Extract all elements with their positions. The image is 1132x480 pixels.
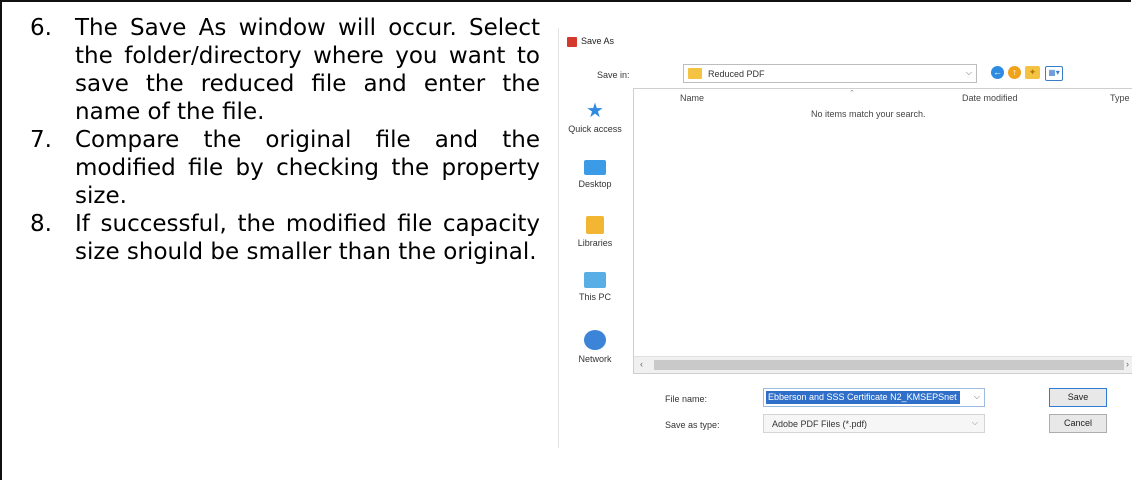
horizontal-scrollbar[interactable]: ‹ › xyxy=(634,356,1132,373)
cancel-button[interactable]: Cancel xyxy=(1049,414,1107,433)
save-as-type-dropdown[interactable]: Adobe PDF Files (*.pdf) ⌵ xyxy=(763,414,985,433)
libraries-icon xyxy=(586,216,604,234)
place-label: Libraries xyxy=(577,238,613,248)
scroll-left-icon[interactable]: ‹ xyxy=(640,359,643,369)
save-button[interactable]: Save xyxy=(1049,388,1107,407)
places-bar: ★ Quick access Desktop Libraries This PC… xyxy=(565,100,625,368)
up-folder-icon[interactable]: ↑ xyxy=(1008,66,1021,79)
file-name-label: File name: xyxy=(665,394,708,404)
save-in-dropdown[interactable]: Reduced PDF ⌵ xyxy=(683,64,977,83)
step-text: If successful, the modified file capacit… xyxy=(75,211,540,265)
step-text: Compare the original file and the modifi… xyxy=(75,127,540,209)
new-folder-icon[interactable]: ✦ xyxy=(1025,66,1040,79)
place-label: This PC xyxy=(578,292,611,302)
place-desktop[interactable]: Desktop xyxy=(565,160,625,189)
view-menu-icon[interactable]: ▦▾ xyxy=(1045,66,1063,81)
column-header-type[interactable]: Type xyxy=(1110,93,1130,103)
back-icon[interactable]: ← xyxy=(991,66,1004,79)
instruction-step-6: 6. The Save As window will occur. Select… xyxy=(30,14,540,126)
place-label: Network xyxy=(578,354,612,364)
chevron-down-icon: ⌵ xyxy=(965,68,972,77)
column-header-name[interactable]: Name xyxy=(680,93,704,103)
empty-list-message: No items match your search. xyxy=(811,109,926,119)
save-as-dialog: Save As Save in: Reduced PDF ⌵ ← ↑ ✦ ▦▾ … xyxy=(558,28,1132,448)
step-text: The Save As window will occur. Select th… xyxy=(75,15,540,125)
place-this-pc[interactable]: This PC xyxy=(565,272,625,302)
chevron-down-icon[interactable]: ⌵ xyxy=(974,392,980,402)
step-number: 8. xyxy=(30,211,52,237)
step-number: 6. xyxy=(30,15,52,41)
network-icon xyxy=(584,330,606,350)
scrollbar-thumb[interactable] xyxy=(654,360,1124,370)
save-in-value: Reduced PDF xyxy=(708,69,765,79)
save-in-label: Save in: xyxy=(597,70,630,80)
chevron-down-icon: ⌵ xyxy=(971,418,978,427)
desktop-icon xyxy=(584,160,606,175)
save-as-type-value: Adobe PDF Files (*.pdf) xyxy=(772,419,868,429)
instruction-list: 6. The Save As window will occur. Select… xyxy=(30,14,540,266)
step-number: 7. xyxy=(30,127,52,153)
dialog-titlebar: Save As xyxy=(559,28,1132,56)
this-pc-icon xyxy=(584,272,606,288)
place-quick-access[interactable]: ★ Quick access xyxy=(565,100,625,134)
folder-icon xyxy=(688,68,702,79)
place-network[interactable]: Network xyxy=(565,330,625,364)
scroll-right-icon[interactable]: › xyxy=(1126,359,1129,369)
column-header-date-modified[interactable]: Date modified xyxy=(962,93,1018,103)
place-libraries[interactable]: Libraries xyxy=(565,216,625,248)
file-name-value[interactable]: Ebberson and SSS Certificate N2_KMSEPSne… xyxy=(766,391,960,404)
place-label: Quick access xyxy=(568,124,622,134)
quick-access-star-icon: ★ xyxy=(586,100,604,122)
sort-caret-icon: ⌃ xyxy=(849,90,855,97)
file-list[interactable]: Name ⌃ Date modified Type No items match… xyxy=(633,88,1132,374)
file-name-field[interactable]: Ebberson and SSS Certificate N2_KMSEPSne… xyxy=(763,388,985,407)
pdf-app-icon xyxy=(567,37,577,47)
save-as-type-label: Save as type: xyxy=(665,420,720,430)
place-label: Desktop xyxy=(578,179,612,189)
instruction-step-8: 8. If successful, the modified file capa… xyxy=(30,210,540,266)
dialog-title: Save As xyxy=(581,36,615,46)
instruction-step-7: 7. Compare the original file and the mod… xyxy=(30,126,540,210)
